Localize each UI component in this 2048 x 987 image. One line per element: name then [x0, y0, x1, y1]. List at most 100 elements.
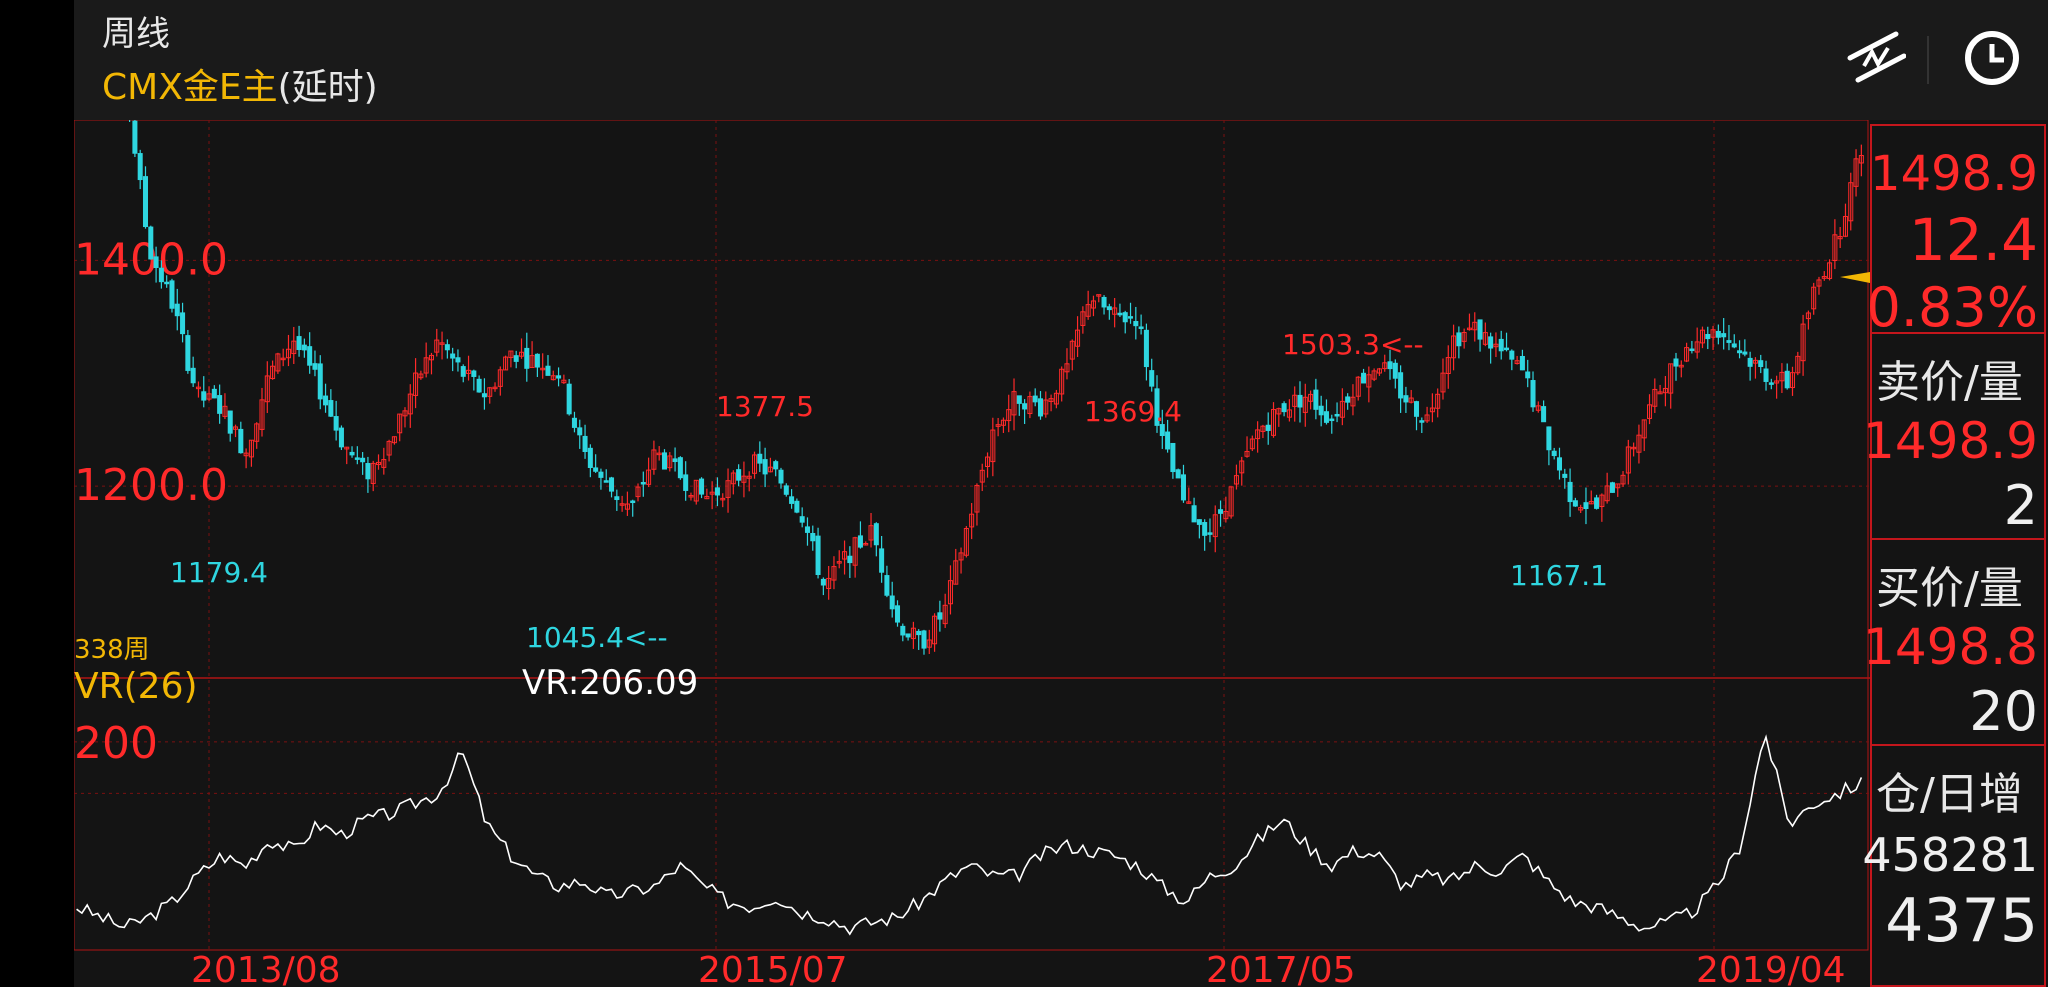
candle-body: [1202, 522, 1208, 536]
candle-body: [450, 353, 456, 359]
vr-value-label: VR:206.09: [522, 663, 698, 703]
candle-body: [534, 353, 540, 368]
candle-body: [545, 365, 551, 376]
candle-body: [1281, 403, 1287, 413]
candle-body: [307, 346, 313, 366]
candle-body: [1556, 457, 1563, 471]
candle-body: [672, 458, 678, 463]
candle-body: [476, 378, 482, 393]
chart-border: [74, 120, 1869, 951]
ask-label: 卖价/量: [1876, 357, 2023, 408]
toolbar-divider: [1927, 36, 1929, 84]
candle-body: [455, 357, 461, 363]
candle-body: [1128, 316, 1134, 319]
candle-body: [1149, 370, 1155, 387]
instrument-suffix: (延时): [277, 67, 378, 108]
candle-body: [1572, 500, 1578, 507]
candle-body: [296, 336, 302, 350]
candle-body: [1117, 312, 1123, 316]
candle-body: [444, 344, 450, 351]
candle-body: [847, 555, 853, 564]
price-annotation: 1167.1: [1510, 559, 1608, 592]
price-change: 12.4: [1908, 206, 2038, 274]
candle-body: [211, 388, 217, 399]
candle-body: [360, 457, 366, 463]
candle-body: [1562, 473, 1568, 478]
candle-body: [1715, 330, 1721, 338]
candle-body: [614, 496, 620, 501]
candle-body: [1546, 426, 1552, 451]
candle-body: [1133, 321, 1139, 327]
candle-body: [1207, 532, 1213, 535]
candle-body: [1488, 336, 1494, 349]
candle-body: [894, 605, 901, 623]
candle-body: [714, 487, 720, 496]
candle-body: [810, 533, 816, 542]
clock-icon[interactable]: [1962, 28, 2022, 88]
candle-body: [158, 267, 164, 283]
open-interest-change: 4375: [1885, 886, 2038, 956]
candle-body: [873, 523, 879, 546]
candle-body: [1032, 395, 1038, 403]
quote-panel: 1498.9 12.4 0.83% 卖价/量 1498.9 2 买价/量 149…: [1862, 120, 2048, 987]
period-label[interactable]: 周线: [102, 6, 170, 55]
time-tick-label: 2019/04: [1696, 950, 1846, 987]
candle-body: [699, 478, 705, 495]
candle-body: [1313, 389, 1319, 410]
candle-body: [471, 370, 477, 377]
candle-body: [757, 453, 763, 464]
candle-body: [1106, 306, 1112, 311]
candle-body: [556, 375, 562, 379]
bid-label: 买价/量: [1876, 563, 2023, 614]
candle-body: [338, 427, 344, 448]
candle-body: [1170, 442, 1176, 473]
open-interest-label: 仓/日增: [1876, 769, 2023, 820]
kline-chart[interactable]: 1400.01200.02002013/08 2015/07 2017/05 2019…: [74, 120, 1870, 987]
candle-body: [137, 153, 143, 181]
candle-body: [201, 391, 207, 401]
candle-body: [301, 344, 307, 351]
candle-body: [1419, 420, 1425, 423]
candle-body: [354, 457, 360, 460]
candle-body: [132, 120, 138, 154]
candle-body: [603, 480, 609, 483]
left-margin: [0, 0, 74, 987]
candle-body: [185, 335, 191, 371]
candle-body: [1403, 395, 1409, 403]
candle-body: [1541, 406, 1547, 423]
candle-body: [1498, 338, 1504, 352]
candle-body: [1768, 382, 1774, 385]
price-annotation: 1377.5: [716, 390, 814, 423]
candle-body: [148, 226, 154, 260]
candle-body: [1101, 296, 1107, 308]
candle-body: [598, 471, 604, 478]
candle-body: [1689, 348, 1695, 352]
candle-body: [677, 457, 683, 479]
candle-body: [1721, 333, 1727, 338]
candle-body: [1022, 403, 1028, 410]
candle-body: [593, 467, 599, 472]
candle-body: [460, 366, 466, 377]
candle-body: [1345, 396, 1351, 403]
candle-body: [328, 400, 334, 417]
candle-body: [921, 630, 927, 649]
candle-body: [513, 355, 519, 362]
candle-body: [1122, 312, 1128, 323]
candle-body: [217, 395, 223, 414]
candle-body: [1318, 405, 1324, 416]
candle-body: [799, 516, 805, 523]
chart-area[interactable]: 1400.0 1200.0 200 2013/08 2015/07 2017/05 2019…: [74, 120, 1870, 987]
candle-body: [1609, 482, 1615, 493]
candle-body: [1530, 380, 1536, 408]
candle-body: [1265, 424, 1271, 431]
candle-body: [609, 477, 615, 492]
candle-body: [884, 575, 890, 596]
candle-body: [900, 625, 906, 636]
candle-body: [169, 280, 175, 309]
trend-line-icon[interactable]: [1846, 28, 1906, 88]
candle-body: [778, 469, 784, 484]
candle-body: [1519, 355, 1525, 371]
candle-body: [1726, 340, 1732, 343]
time-tick-label: 2017/05: [1206, 950, 1356, 987]
instrument-title[interactable]: CMX金E主(延时): [102, 58, 378, 110]
